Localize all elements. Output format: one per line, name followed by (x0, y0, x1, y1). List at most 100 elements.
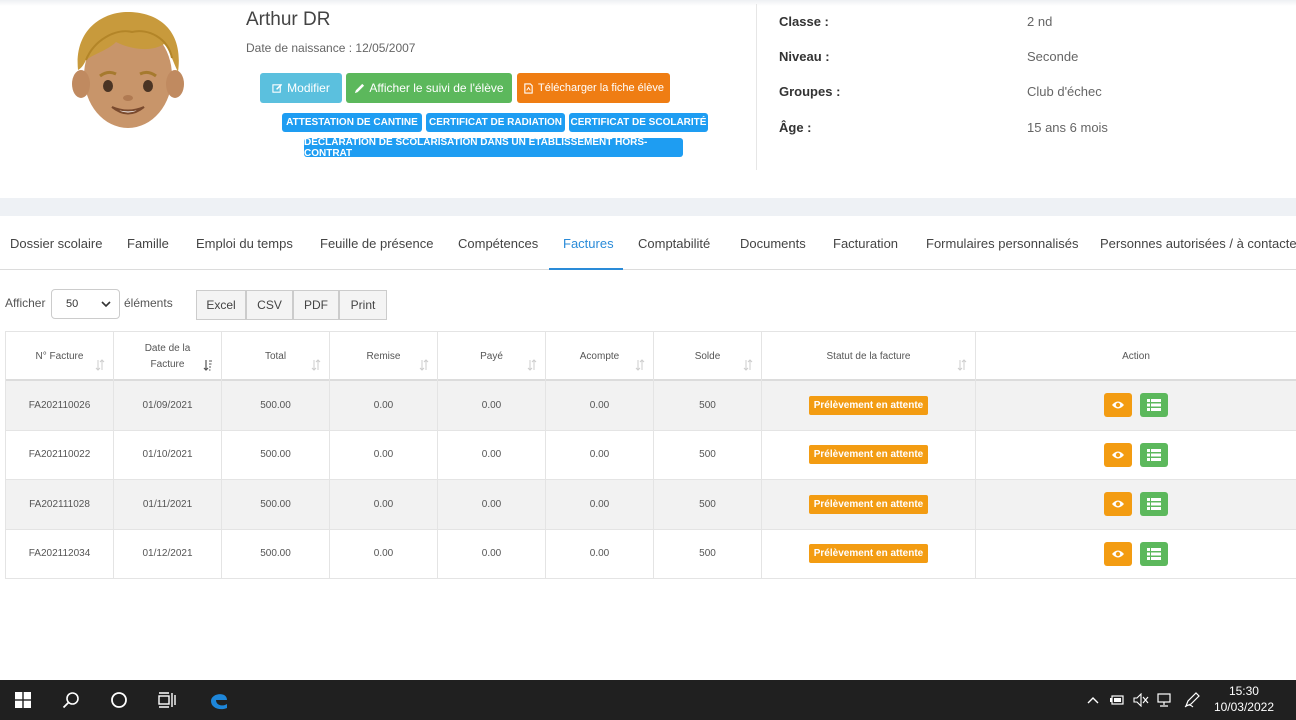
table-row: FA202110022 01/10/2021 500.00 0.00 0.00 … (5, 430, 1296, 480)
list-icon (1147, 448, 1161, 461)
sort-ascending-icon (203, 360, 212, 371)
tab-emploi-du-temps[interactable]: Emploi du temps (196, 236, 293, 251)
sort-icon (419, 359, 429, 371)
col-header-label: Remise (366, 351, 401, 362)
chevron-up-icon[interactable] (1082, 680, 1104, 720)
certificate-radiation-button[interactable]: CERTIFICAT DE RADIATION (426, 113, 565, 132)
birthdate-text: Date de naissance : 12/05/2007 (246, 41, 416, 55)
col-header-deposit[interactable]: Acompte (545, 332, 653, 382)
col-header-balance[interactable]: Solde (653, 332, 761, 382)
eye-icon (1112, 500, 1124, 508)
tab-documents[interactable]: Documents (740, 236, 806, 251)
invoice-details-button[interactable] (1140, 541, 1168, 566)
network-icon[interactable] (1154, 680, 1176, 720)
pen-icon[interactable] (1180, 680, 1204, 720)
active-tab-indicator (549, 268, 623, 270)
tab-dossier-scolaire[interactable]: Dossier scolaire (10, 236, 102, 251)
invoice-date-cell: 01/12/2021 (113, 529, 221, 578)
class-value: 2 nd (1027, 14, 1053, 29)
action-cell (975, 480, 1296, 529)
edge-icon[interactable] (196, 680, 242, 720)
invoice-number-cell: FA202112034 (5, 529, 113, 578)
total-cell: 500.00 (221, 529, 329, 578)
certificate-cantine-button[interactable]: ATTESTATION DE CANTINE (282, 113, 422, 132)
total-cell: 500.00 (221, 480, 329, 529)
groups-value: Club d'échec (1027, 84, 1102, 99)
action-cell (975, 381, 1296, 430)
deposit-cell: 0.00 (545, 381, 653, 430)
declaration-hors-contrat-button[interactable]: DÉCLARATION DE SCOLARISATION DANS UN ÉTA… (304, 137, 683, 159)
tab-factures[interactable]: Factures (563, 236, 614, 251)
cortana-icon[interactable] (96, 680, 142, 720)
view-invoice-button[interactable] (1104, 442, 1132, 467)
table-header: N° Facture Date de la Facture Total Remi… (5, 331, 1296, 382)
discount-cell: 0.00 (329, 381, 437, 430)
chevron-down-icon (101, 301, 111, 308)
sort-icon (957, 359, 967, 371)
age-label: Âge : (779, 120, 812, 135)
profile-divider (756, 4, 757, 170)
col-header-label: N° Facture (35, 351, 84, 362)
tab-personnes-autorisees[interactable]: Personnes autorisées / à contacter (1100, 236, 1296, 251)
volume-muted-icon[interactable] (1130, 680, 1152, 720)
invoice-details-button[interactable] (1140, 442, 1168, 467)
total-cell: 500.00 (221, 381, 329, 430)
modify-button-label: Modifier (287, 81, 330, 95)
view-invoice-button[interactable] (1104, 393, 1132, 418)
task-view-icon[interactable] (144, 680, 190, 720)
col-header-label: Acompte (579, 351, 620, 362)
level-label: Niveau : (779, 49, 830, 64)
battery-icon[interactable] (1106, 680, 1128, 720)
col-header-action: Action (975, 332, 1296, 382)
col-header-total[interactable]: Total (221, 332, 329, 382)
col-header-label: Total (264, 351, 287, 362)
col-header-invoice-number[interactable]: N° Facture (5, 332, 113, 382)
page-size-select[interactable]: 50 (51, 289, 120, 319)
status-badge: Prélèvement en attente (808, 494, 929, 514)
export-excel-button[interactable]: Excel (196, 290, 246, 320)
section-separator (0, 198, 1296, 216)
invoice-details-button[interactable] (1140, 492, 1168, 517)
sort-icon (95, 359, 105, 371)
status-cell: Prélèvement en attente (761, 529, 975, 578)
tab-comptabilite[interactable]: Comptabilité (638, 236, 710, 251)
student-avatar (72, 12, 184, 128)
pencil-icon (355, 83, 365, 93)
status-cell: Prélèvement en attente (761, 480, 975, 529)
clock-time: 15:30 (1228, 684, 1259, 698)
tab-facturation[interactable]: Facturation (833, 236, 898, 251)
search-icon[interactable] (48, 680, 94, 720)
follow-student-button[interactable]: Afficher le suivi de l'élève (346, 73, 512, 103)
col-header-discount[interactable]: Remise (329, 332, 437, 382)
print-button[interactable]: Print (339, 290, 387, 320)
certificate-scolarite-button[interactable]: CERTIFICAT DE SCOLARITÉ (569, 113, 708, 132)
view-invoice-button[interactable] (1104, 541, 1132, 566)
show-label: Afficher (5, 296, 46, 310)
view-invoice-button[interactable] (1104, 492, 1132, 517)
col-header-invoice-date[interactable]: Date de la Facture (113, 332, 221, 382)
windows-start-icon[interactable] (0, 680, 46, 720)
invoice-details-button[interactable] (1140, 393, 1168, 418)
modify-button[interactable]: Modifier (260, 73, 342, 103)
balance-cell: 500 (653, 529, 761, 578)
tab-competences[interactable]: Compétences (458, 236, 538, 251)
paid-cell: 0.00 (437, 430, 545, 479)
system-clock[interactable]: 15:30 10/03/2022 (1214, 683, 1274, 715)
tab-formulaires-personnalises[interactable]: Formulaires personnalisés (926, 236, 1078, 251)
tab-famille[interactable]: Famille (127, 236, 169, 251)
export-pdf-button[interactable]: PDF (293, 290, 339, 320)
sort-icon (635, 359, 645, 371)
eye-icon (1112, 451, 1124, 459)
tab-feuille-de-presence[interactable]: Feuille de présence (320, 236, 433, 251)
col-header-status[interactable]: Statut de la facture (761, 332, 975, 382)
page-size-value: 50 (66, 298, 79, 310)
download-sheet-button[interactable]: Télécharger la fiche élève (517, 73, 670, 103)
export-csv-button[interactable]: CSV (246, 290, 293, 320)
col-header-paid[interactable]: Payé (437, 332, 545, 382)
invoice-number-cell: FA202110026 (5, 381, 113, 430)
pdf-file-icon (524, 82, 533, 94)
table-row: FA202112034 01/12/2021 500.00 0.00 0.00 … (5, 529, 1296, 579)
action-cell (975, 529, 1296, 578)
edit-icon (272, 83, 283, 93)
paid-cell: 0.00 (437, 529, 545, 578)
